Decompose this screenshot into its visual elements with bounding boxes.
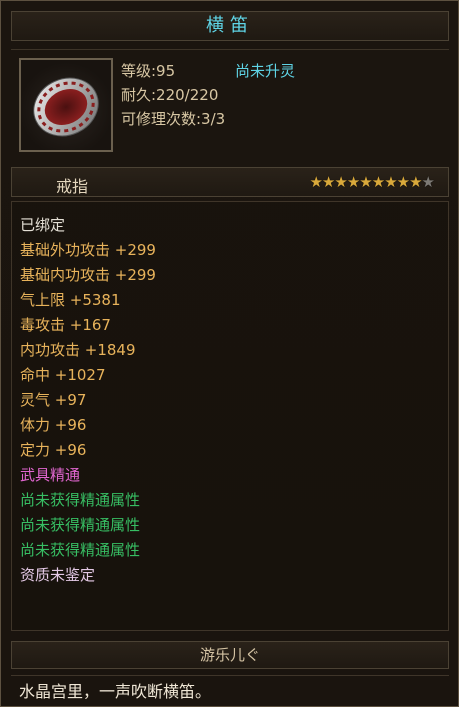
attribute-line: 灵气 +97 [20,391,87,409]
star-filled-icon: ★ [309,173,322,191]
bound-status: 已绑定 [20,216,66,234]
star-filled-icon: ★ [384,173,397,191]
attribute-line: 基础内功攻击 +299 [20,266,156,284]
mastery-slot: 尚未获得精通属性 [20,491,141,509]
flavor-section-title: 游乐儿ぐ [11,641,449,669]
attribute-line: 毒攻击 +167 [20,316,111,334]
item-name: 横笛 [11,11,449,41]
item-tooltip: 横笛 等级:95 尚未升灵 耐久:220/220 可修理次数:3/3 戒指 ★★… [0,0,459,707]
star-rating: ★★★★★★★★★★ [309,173,435,191]
spirit-status: 尚未升灵 [235,62,296,80]
attribute-line: 体力 +96 [20,416,87,434]
item-type: 戒指 [56,177,89,196]
star-filled-icon: ★ [396,173,410,191]
star-filled-icon: ★ [346,173,360,191]
star-filled-icon: ★ [409,173,422,191]
flavor-text: 水晶宫里，一声吹断横笛。 [11,675,449,706]
star-filled-icon: ★ [334,173,347,191]
ring-icon-graphic [33,77,99,137]
mastery-slot: 尚未获得精通属性 [20,516,141,534]
attribute-line: 内功攻击 +1849 [20,341,136,359]
mastery-title: 武具精通 [20,466,81,484]
appraisal-status: 资质未鉴定 [20,566,96,584]
mastery-slot: 尚未获得精通属性 [20,541,141,559]
repair-count-text: 可修理次数:3/3 [121,110,226,128]
star-filled-icon: ★ [359,173,372,191]
ring-icon [19,58,113,152]
item-header: 等级:95 尚未升灵 耐久:220/220 可修理次数:3/3 [11,49,449,165]
star-filled-icon: ★ [321,173,335,191]
attribute-list: 已绑定 基础外功攻击 +299 基础内功攻击 +299 气上限 +5381 毒攻… [11,201,449,631]
attribute-line: 命中 +1027 [20,366,106,384]
item-type-bar: 戒指 ★★★★★★★★★★ [11,167,449,197]
attribute-line: 定力 +96 [20,441,87,459]
attribute-line: 气上限 +5381 [20,291,121,309]
durability-text: 耐久:220/220 [121,86,219,104]
level-text: 等级:95 [121,62,176,80]
star-empty-icon: ★ [421,173,435,191]
attribute-line: 基础外功攻击 +299 [20,241,156,259]
star-filled-icon: ★ [371,173,385,191]
